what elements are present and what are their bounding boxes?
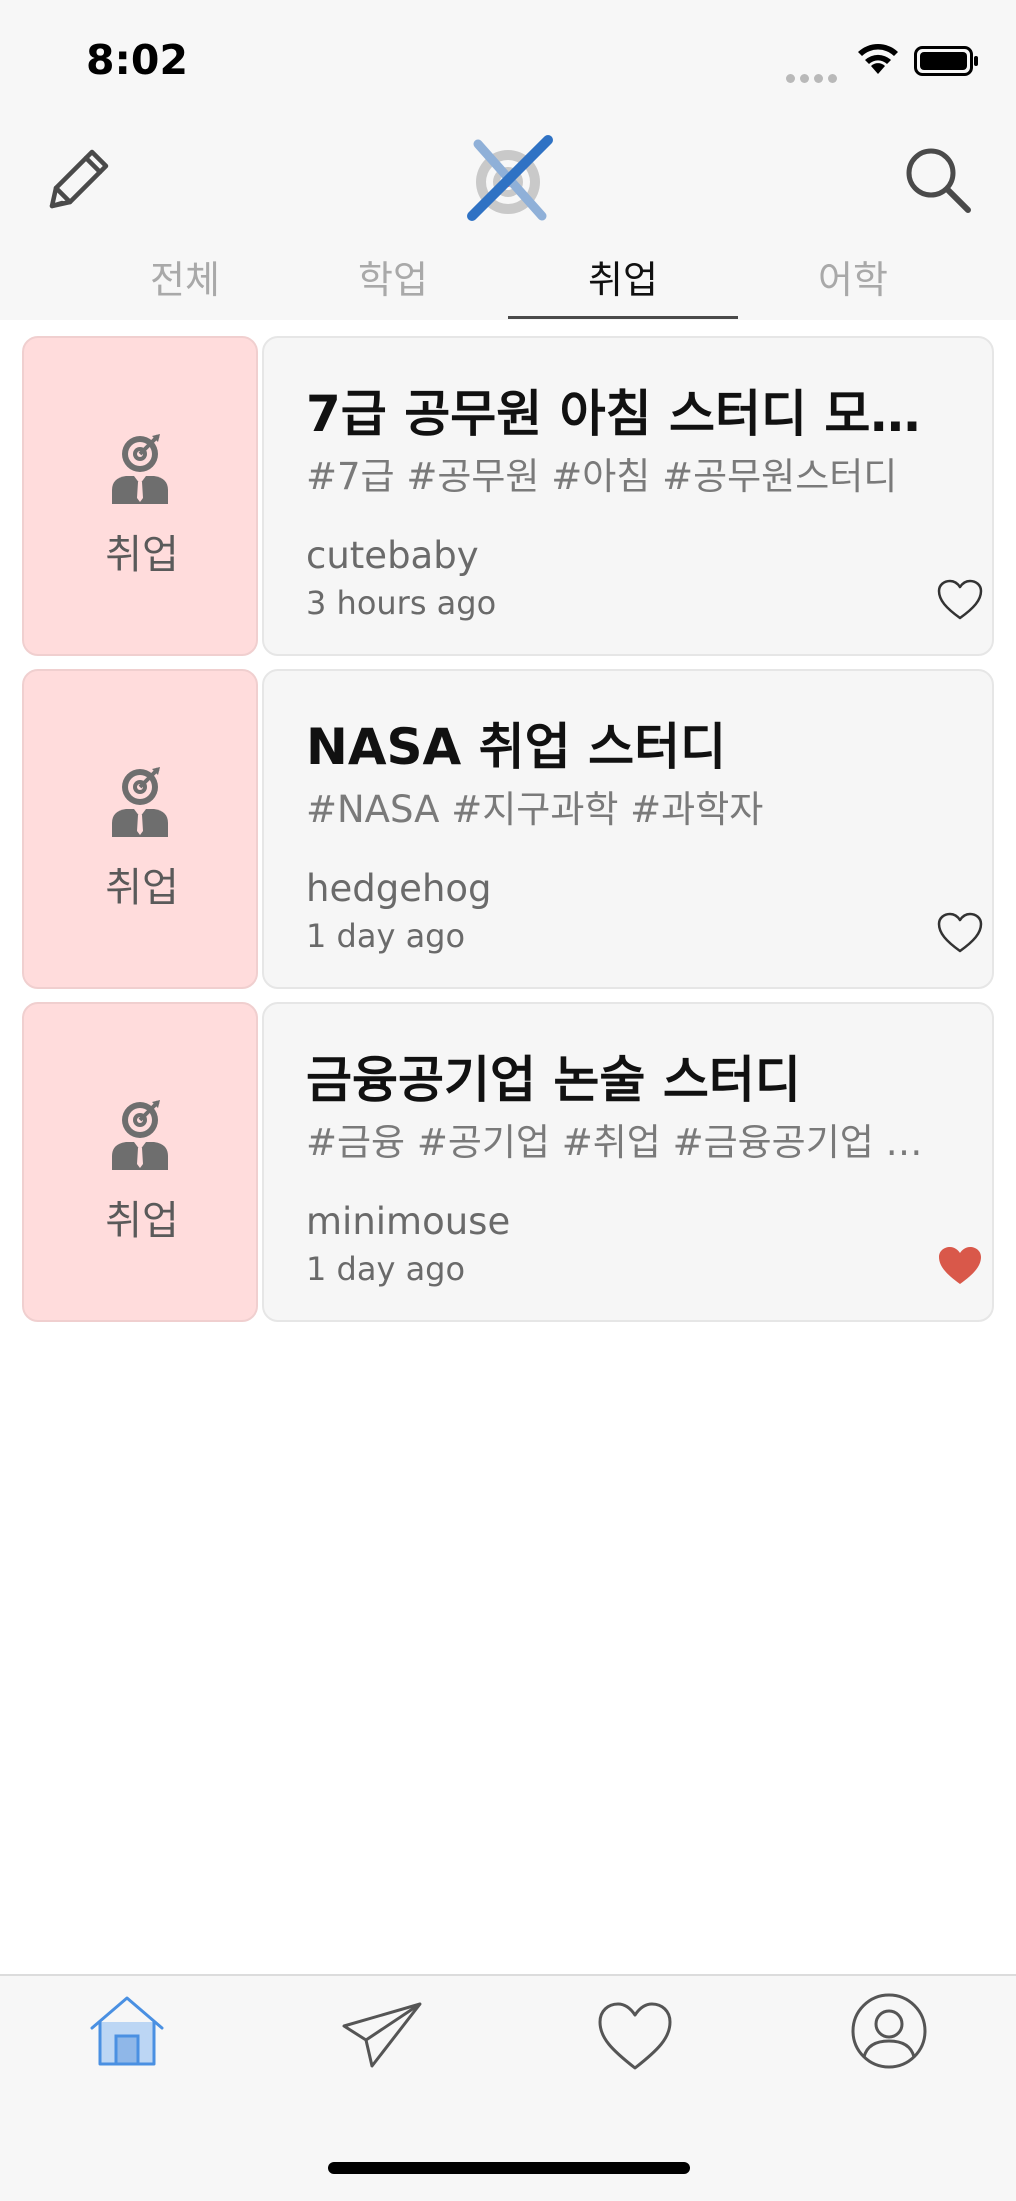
post-author: cutebaby	[306, 534, 479, 577]
tab-all[interactable]: 전체	[70, 250, 300, 320]
post-title: 금융공기업 논술 스터디	[306, 1051, 801, 1109]
tab-employment[interactable]: 취업	[508, 250, 738, 320]
header: 전체 학업 취업 어학	[0, 118, 1016, 320]
heart-icon	[598, 2002, 672, 2070]
tab-likes[interactable]	[590, 1986, 680, 2076]
search-button[interactable]	[898, 140, 978, 220]
target-logo-icon	[467, 135, 553, 221]
tab-profile[interactable]	[844, 1986, 934, 2076]
post-timestamp: 3 hours ago	[306, 584, 497, 622]
post-tags: #7급 #공무원 #아침 #공무원스터디	[306, 455, 898, 498]
post-author: minimouse	[306, 1200, 511, 1243]
heart-outline-icon	[937, 912, 983, 953]
status-time: 8:02	[86, 36, 188, 84]
list-item[interactable]: 취업 7급 공무원 아침 스터디 모집합니다 #7급 #공무원 #아침 #공무원…	[22, 336, 994, 656]
post-title: 7급 공무원 아침 스터디 모집합니다	[306, 385, 966, 443]
like-button[interactable]	[936, 911, 984, 955]
category-tabs: 전체 학업 취업 어학	[70, 250, 948, 320]
post-card[interactable]: 7급 공무원 아침 스터디 모집합니다 #7급 #공무원 #아침 #공무원스터디…	[262, 336, 994, 656]
paper-plane-icon	[342, 2002, 422, 2068]
home-icon	[90, 1996, 164, 2066]
like-button[interactable]	[936, 1244, 984, 1288]
list-item[interactable]: 취업 금융공기업 논술 스터디 #금융 #공기업 #취업 #금융공기업 #논술 …	[22, 1002, 994, 1322]
post-author: hedgehog	[306, 867, 492, 910]
profile-icon	[851, 1993, 927, 2069]
post-timestamp: 1 day ago	[306, 917, 466, 955]
home-indicator[interactable]	[328, 2162, 690, 2174]
post-tags: #금융 #공기업 #취업 #금융공기업 #논술	[306, 1121, 946, 1164]
post-timestamp: 1 day ago	[306, 1250, 466, 1288]
cellular-signal-icon	[786, 68, 842, 87]
status-bar: 8:02	[0, 0, 1016, 118]
category-card[interactable]: 취업	[22, 669, 258, 989]
tab-language[interactable]: 어학	[738, 250, 968, 320]
category-label: 취업	[105, 865, 179, 911]
pencil-icon	[49, 149, 109, 209]
job-target-person-icon	[112, 1100, 168, 1170]
tab-home[interactable]	[82, 1986, 172, 2076]
post-title: NASA 취업 스터디	[306, 718, 727, 776]
post-tags: #NASA #지구과학 #과학자	[306, 788, 764, 831]
status-icons	[786, 42, 978, 83]
post-card[interactable]: 금융공기업 논술 스터디 #금융 #공기업 #취업 #금융공기업 #논술 min…	[262, 1002, 994, 1322]
heart-outline-icon	[937, 579, 983, 620]
heart-filled-icon	[939, 1247, 981, 1284]
app-logo	[458, 132, 560, 234]
search-icon	[906, 148, 971, 213]
job-target-person-icon	[112, 434, 168, 504]
list-item[interactable]: 취업 NASA 취업 스터디 #NASA #지구과학 #과학자 hedgehog…	[22, 669, 994, 989]
like-button[interactable]	[936, 578, 984, 622]
wifi-icon	[858, 44, 898, 74]
category-card[interactable]: 취업	[22, 336, 258, 656]
job-target-person-icon	[112, 767, 168, 837]
tab-messages[interactable]	[336, 1986, 426, 2076]
post-card[interactable]: NASA 취업 스터디 #NASA #지구과학 #과학자 hedgehog 1 …	[262, 669, 994, 989]
compose-button[interactable]	[38, 140, 118, 220]
battery-icon	[914, 46, 978, 76]
category-card[interactable]: 취업	[22, 1002, 258, 1322]
category-label: 취업	[105, 1198, 179, 1244]
active-tab-indicator	[508, 316, 738, 319]
category-label: 취업	[105, 532, 179, 578]
tab-academic[interactable]: 학업	[278, 250, 508, 320]
